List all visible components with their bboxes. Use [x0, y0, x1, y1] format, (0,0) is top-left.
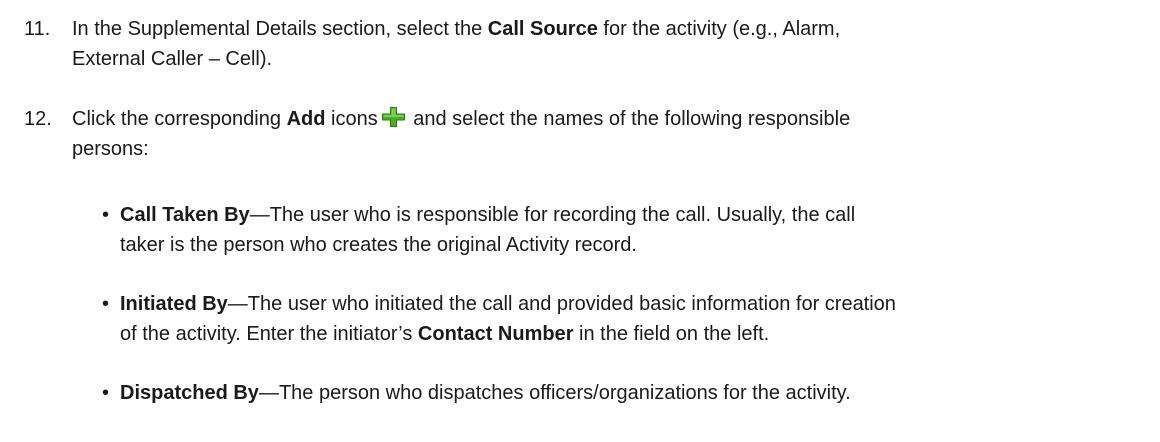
step-number: 12. [24, 108, 52, 130]
bullet-glyph: • [102, 382, 110, 404]
bullet-term: Dispatched By [120, 382, 259, 404]
add-term: Add [286, 108, 326, 130]
bullet-term: Call Taken By [120, 204, 250, 226]
green-plus-icon [381, 106, 406, 128]
step-text: Click the corresponding Add icons and se… [72, 104, 1132, 164]
step-line: Click the corresponding Add icons and se… [72, 106, 851, 130]
bullet-text: Initiated By—The user who initiated the … [120, 293, 896, 345]
step-number: 11. [24, 18, 51, 40]
step-line: In the Supplemental Details section, sel… [72, 18, 841, 40]
step-line: persons: [72, 138, 149, 160]
call-source-term: Call Source [487, 18, 598, 40]
step-line: External Caller – Cell). [72, 48, 273, 70]
bullet-term: Initiated By [120, 293, 228, 315]
bullet-text: Dispatched By—The person who dispatches … [120, 382, 851, 404]
bullet-glyph: • [102, 204, 110, 226]
bullet-glyph: • [102, 293, 110, 315]
contact-number-term: Contact Number [417, 323, 574, 345]
step-text: In the Supplemental Details section, sel… [72, 14, 1132, 74]
bullet-text: Call Taken By—The user who is responsibl… [120, 204, 856, 256]
